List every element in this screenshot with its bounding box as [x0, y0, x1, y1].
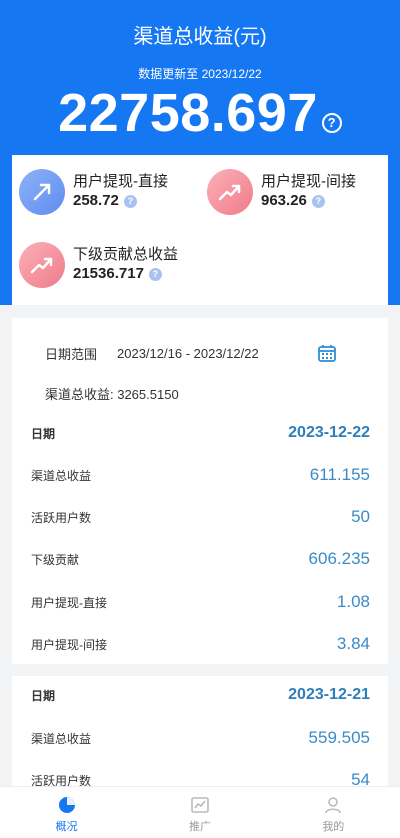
table-row: 活跃用户数 50	[31, 507, 370, 527]
date-row: 日期 2023-12-21	[31, 686, 370, 704]
row-value: 3.84	[336, 634, 370, 653]
date-value: 2023-12-22	[288, 424, 370, 441]
stat-sub-value: 21536.717	[73, 265, 144, 282]
tab-label: 我的	[322, 821, 345, 833]
bottom-tab-bar: 概况 推广 我的	[0, 786, 400, 838]
row-label: 渠道总收益	[31, 468, 92, 483]
date-value: 2023-12-21	[288, 686, 370, 703]
stat-indirect-value: 963.26	[261, 192, 307, 209]
update-date: 数据更新至 2023/12/22	[138, 67, 262, 81]
stat-sub: 下级贡献总收益 21536.717?	[19, 242, 178, 288]
row-value: 611.155	[309, 465, 370, 484]
stat-direct: 用户提现-直接 258.72?	[19, 169, 168, 215]
stat-direct-value: 258.72	[73, 192, 119, 209]
user-icon	[325, 797, 342, 814]
trend-up-icon	[19, 169, 65, 215]
date-row: 日期 2023-12-22	[31, 424, 370, 442]
table-row: 渠道总收益 559.505	[31, 728, 370, 748]
row-label: 用户提现-间接	[31, 637, 107, 652]
help-icon[interactable]: ?	[148, 268, 162, 281]
stat-indirect-label: 用户提现-间接	[261, 173, 356, 190]
row-value: 50	[351, 507, 370, 526]
help-icon[interactable]: ?	[123, 195, 137, 208]
row-value: 559.505	[308, 728, 370, 747]
table-row: 用户提现-间接 3.84	[31, 634, 370, 654]
total-earnings: 22758.697?	[0, 82, 400, 144]
chart-icon	[191, 797, 209, 813]
summary-card: 日期范围 2023/12/16 - 2023/12/22 渠道总收益: 3265…	[12, 318, 388, 664]
range-total: 渠道总收益: 3265.5150	[45, 387, 179, 402]
calendar-icon[interactable]	[317, 343, 337, 368]
date-label: 日期	[31, 426, 56, 441]
help-icon[interactable]: ?	[321, 113, 342, 133]
row-value: 1.08	[336, 592, 370, 611]
row-label: 渠道总收益	[31, 731, 92, 746]
trend-chart-icon	[207, 169, 253, 215]
row-label: 活跃用户数	[31, 510, 92, 525]
total-earnings-value: 22758.697	[58, 83, 318, 143]
row-label: 下级贡献	[31, 552, 80, 567]
date-range[interactable]: 日期范围 2023/12/16 - 2023/12/22	[45, 344, 259, 363]
overview-icon	[58, 797, 75, 813]
stat-sub-label: 下级贡献总收益	[73, 246, 179, 263]
page-title: 渠道总收益(元)	[133, 26, 267, 48]
row-label: 用户提现-直接	[31, 595, 107, 610]
row-value: 606.235	[308, 549, 370, 568]
date-label: 日期	[31, 688, 56, 703]
tab-label: 概况	[55, 821, 78, 833]
date-range-value: 2023/12/16 - 2023/12/22	[117, 346, 259, 361]
earnings-stats-card: 用户提现-直接 258.72? 用户提现-间接 963.26? 下级贡献总收益 …	[12, 155, 388, 305]
tab-label: 推广	[188, 821, 211, 833]
date-range-label: 日期范围	[45, 347, 98, 362]
tab-mine[interactable]: 我的	[267, 787, 400, 838]
trend-chart-icon	[19, 242, 65, 288]
table-row: 渠道总收益 611.155	[31, 465, 370, 485]
help-icon[interactable]: ?	[311, 195, 325, 208]
stat-indirect: 用户提现-间接 963.26?	[207, 169, 356, 215]
day-card: 日期 2023-12-21 渠道总收益 559.505 活跃用户数 54	[12, 676, 388, 796]
tab-promote[interactable]: 推广	[133, 787, 266, 838]
table-row: 下级贡献 606.235	[31, 549, 370, 569]
stat-direct-label: 用户提现-直接	[73, 173, 168, 190]
tab-overview[interactable]: 概况	[0, 787, 133, 838]
table-row: 用户提现-直接 1.08	[31, 592, 370, 612]
